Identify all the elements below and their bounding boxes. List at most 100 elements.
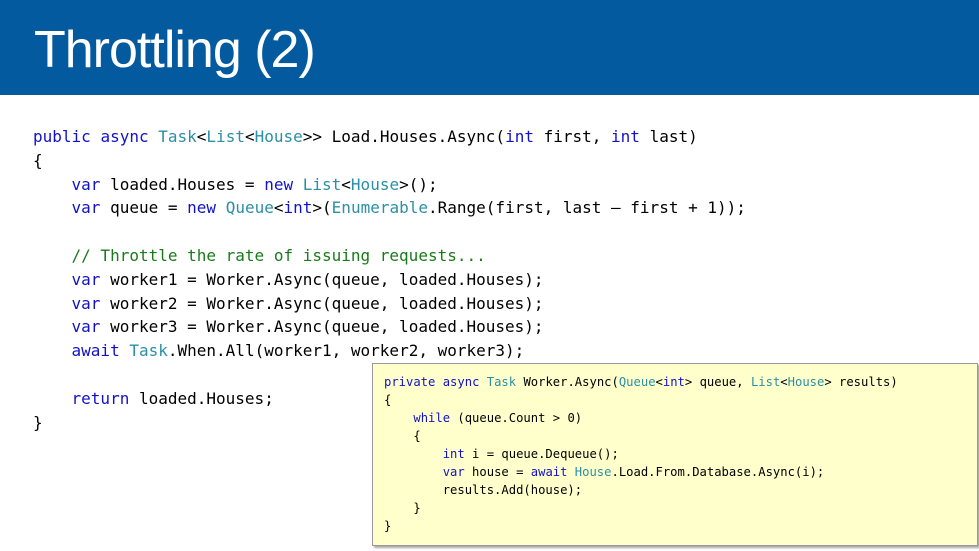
code-text: worker3 = Worker.Async(queue, loaded.Hou… [100, 317, 544, 337]
code-text: loaded.Houses = [100, 174, 265, 194]
code-keyword: new [264, 174, 294, 194]
code-keyword: var [71, 269, 101, 289]
code-keyword: while [413, 411, 451, 425]
code-text: .Load.From.Database.Async(i); [611, 465, 825, 479]
code-line: int i = queue.Dequeue(); [384, 445, 898, 463]
code-type: Queue [618, 375, 656, 389]
code-text: < [655, 375, 663, 389]
code-text: > queue, [684, 375, 751, 389]
code-text: } [384, 501, 421, 515]
code-type: List [750, 375, 781, 389]
code-text: >(); [399, 174, 438, 194]
slide-title: Throttling (2) [34, 21, 316, 79]
code-keyword: var [71, 198, 101, 218]
code-keyword: new [187, 198, 217, 218]
code-keyword: var [71, 317, 101, 337]
code-keyword: await [530, 465, 568, 479]
code-type: Task [129, 341, 168, 361]
code-line: private async Task Worker.Async(Queue<in… [384, 373, 898, 391]
code-keyword: int [611, 127, 640, 146]
code-line: var worker1 = Worker.Async(queue, loaded… [33, 268, 746, 292]
code-keyword: int [662, 375, 685, 389]
code-line: // Throttle the rate of issuing requests… [33, 244, 746, 268]
code-keyword: var [442, 465, 465, 479]
code-keyword: var [71, 174, 101, 194]
code-type: Task [158, 127, 197, 146]
code-type: House [574, 465, 612, 479]
code-text: { [384, 429, 421, 443]
code-type: Task [486, 375, 517, 389]
code-text: .When.All(worker1, worker2, worker3); [167, 341, 525, 361]
code-text: house = [464, 465, 531, 479]
code-text: worker1 = Worker.Async(queue, loaded.Hou… [100, 269, 544, 289]
code-keyword: int [442, 447, 465, 461]
code-text: worker2 = Worker.Async(queue, loaded.Hou… [100, 293, 544, 313]
code-line: { [384, 427, 898, 445]
code-line: await Task.When.All(worker1, worker2, wo… [33, 339, 746, 363]
code-text: { [33, 150, 43, 170]
code-text: (queue.Count > 0) [450, 411, 583, 425]
code-line: var loaded.Houses = new List<House>(); [33, 173, 746, 197]
popup-code-block: private async Task Worker.Async(Queue<in… [384, 373, 898, 535]
code-line: while (queue.Count > 0) [384, 409, 898, 427]
code-text: >( [312, 198, 332, 218]
code-line: var queue = new Queue<int>(Enumerable.Ra… [33, 196, 746, 220]
code-text: results.Add(house); [384, 483, 583, 497]
code-type: List [206, 127, 245, 146]
code-keyword: public [33, 127, 91, 146]
code-text: i = queue.Dequeue(); [464, 447, 619, 461]
code-comment: // Throttle the rate of issuing requests… [71, 245, 486, 265]
code-line: var worker3 = Worker.Async(queue, loaded… [33, 315, 746, 339]
code-text: >> Load.Houses.Async( [302, 127, 506, 146]
code-keyword: async [100, 127, 149, 146]
code-text: queue = [100, 198, 188, 218]
code-keyword: async [442, 375, 480, 389]
code-line: var worker2 = Worker.Async(queue, loaded… [33, 292, 746, 316]
title-bar: Throttling (2) [0, 0, 979, 95]
code-keyword: int [505, 127, 534, 146]
worker-async-popup: private async Task Worker.Async(Queue<in… [372, 363, 978, 546]
code-line: public async Task<List<House>> Load.Hous… [33, 125, 746, 149]
code-line: results.Add(house); [384, 481, 898, 499]
code-text: < [341, 174, 351, 194]
code-type: Enumerable [331, 198, 428, 218]
code-keyword: private [384, 375, 436, 389]
code-text: } [384, 519, 392, 533]
code-type: House [787, 375, 825, 389]
code-line: { [33, 149, 746, 173]
code-text: Worker.Async( [516, 375, 619, 389]
code-text: > results) [824, 375, 898, 389]
code-text: < [780, 375, 788, 389]
code-keyword: int [283, 198, 313, 218]
code-line: { [384, 391, 898, 409]
code-text: last) [639, 127, 698, 146]
code-keyword: var [71, 293, 101, 313]
code-text: { [384, 393, 392, 407]
code-text: } [33, 412, 43, 432]
code-text: first, [533, 127, 612, 146]
code-text: loaded.Houses; [129, 388, 274, 408]
code-text: < [196, 127, 207, 146]
code-text: .Range(first, last – first + 1)); [428, 198, 746, 218]
code-line: } [384, 499, 898, 517]
code-type: House [254, 127, 303, 146]
code-text: < [244, 127, 255, 146]
